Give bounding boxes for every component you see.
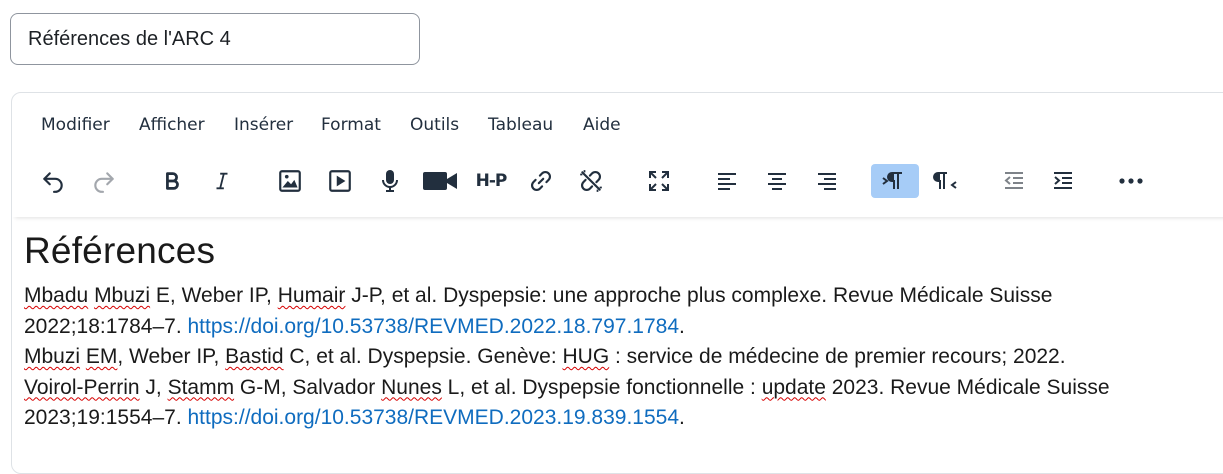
misspelled-word: Voirol-Perrin — [24, 375, 140, 399]
more-button[interactable] — [1114, 164, 1148, 198]
unlink-button[interactable] — [574, 164, 608, 198]
menu-outils[interactable]: Outils — [410, 115, 459, 135]
align-center-icon — [768, 173, 786, 190]
indent-icon — [1054, 172, 1072, 189]
fullscreen-icon — [649, 171, 669, 191]
image-button[interactable] — [273, 164, 307, 198]
text-run: J-P, et al. Dyspepsie: une approche plus… — [345, 284, 1053, 307]
misspelled-word: Nunes — [381, 375, 442, 399]
text-run: . — [679, 314, 685, 338]
italic-icon — [216, 172, 228, 190]
misspelled-word: EM — [85, 345, 118, 368]
text-run: 2023;19:1554–7. — [24, 406, 188, 429]
align-right-icon — [818, 173, 836, 190]
undo-icon — [43, 172, 63, 193]
menu-aide[interactable]: Aide — [583, 115, 621, 135]
undo-button[interactable] — [36, 164, 70, 198]
doi-link-1[interactable]: https://doi.org/10.53738/REVMED.2022.18.… — [188, 315, 680, 338]
italic-button[interactable] — [205, 164, 239, 198]
unlink-icon — [580, 170, 602, 192]
media-button[interactable] — [323, 164, 357, 198]
misspelled-word: Humair — [277, 284, 346, 307]
misspelled-word: Mbuzi — [94, 284, 151, 307]
misspelled-word: update — [761, 375, 826, 399]
text-run: . — [679, 406, 685, 429]
record-audio-button[interactable] — [373, 164, 407, 198]
indent-button[interactable] — [1046, 164, 1080, 198]
misspelled-word: HUG — [562, 345, 610, 368]
align-right-button[interactable] — [810, 164, 844, 198]
title-input[interactable] — [10, 13, 420, 65]
ltr-button[interactable] — [871, 164, 919, 198]
text-run: L, et al. Dyspepsie fonctionnelle : — [441, 375, 762, 399]
outdent-button[interactable] — [997, 164, 1031, 198]
misspelled-word: Mbuzi — [24, 345, 81, 368]
text-run: : service de médecine de premier recours… — [609, 345, 1066, 368]
text-run: E, Weber IP, — [150, 284, 278, 307]
h5p-icon: H-P — [475, 171, 508, 191]
ltr-icon — [882, 172, 902, 189]
misspelled-word: Mbadu — [24, 284, 89, 307]
toolbar: H-P — [12, 157, 1223, 217]
misspelled-word: Stamm — [167, 375, 235, 399]
microphone-icon — [382, 170, 398, 192]
menubar: Modifier Afficher Insérer Format Outils … — [12, 93, 1223, 157]
rtl-icon — [933, 172, 957, 189]
reference-3-line-1: Voirol-Perrin J, Stamm G-M, Salvador Nun… — [24, 373, 1223, 404]
link-icon — [531, 171, 551, 191]
rich-text-editor: Modifier Afficher Insérer Format Outils … — [11, 92, 1223, 474]
text-run: 2022;18:1784–7. — [24, 314, 188, 338]
doi-link-2[interactable]: https://doi.org/10.53738/REVMED.2023.19.… — [188, 406, 680, 429]
bold-button[interactable] — [155, 164, 189, 198]
text-run: C, et al. Dyspepsie. Genève: — [283, 345, 563, 368]
content-heading: Références — [24, 230, 216, 271]
menu-format[interactable]: Format — [321, 115, 381, 135]
video-camera-icon — [423, 172, 457, 190]
link-button[interactable] — [524, 164, 558, 198]
fullscreen-button[interactable] — [642, 164, 676, 198]
text-run: , Weber IP, — [117, 345, 226, 368]
media-icon — [329, 170, 351, 192]
text-run: 2023. Revue Médicale Suisse — [825, 375, 1110, 399]
menu-modifier[interactable]: Modifier — [41, 115, 110, 135]
editor-content[interactable]: Références Mbadu Mbuzi E, Weber IP, Huma… — [24, 229, 1223, 434]
redo-button[interactable] — [87, 164, 121, 198]
rtl-button[interactable] — [930, 164, 964, 198]
menu-afficher[interactable]: Afficher — [139, 115, 205, 135]
reference-1-line-1: Mbadu Mbuzi E, Weber IP, Humair J-P, et … — [24, 281, 1223, 312]
reference-2: Mbuzi EM, Weber IP, Bastid C, et al. Dys… — [24, 342, 1223, 373]
bold-icon — [166, 172, 179, 190]
misspelled-word: Bastid — [225, 345, 284, 368]
reference-1-line-2: 2022;18:1784–7. https://doi.org/10.53738… — [24, 312, 1223, 343]
outdent-icon — [1004, 172, 1023, 189]
text-run: G-M, Salvador — [234, 375, 382, 399]
h5p-button[interactable]: H-P — [469, 164, 513, 198]
menu-inserer[interactable]: Insérer — [234, 115, 293, 135]
reference-3-line-2: 2023;19:1554–7. https://doi.org/10.53738… — [24, 403, 1223, 434]
menu-tableau[interactable]: Tableau — [488, 115, 553, 135]
align-center-button[interactable] — [760, 164, 794, 198]
record-video-button[interactable] — [417, 164, 463, 198]
image-icon — [279, 170, 301, 192]
text-run: J, — [139, 375, 168, 399]
align-left-icon — [718, 173, 736, 190]
align-left-button[interactable] — [710, 164, 744, 198]
redo-icon — [94, 172, 114, 193]
more-icon — [1119, 178, 1143, 184]
